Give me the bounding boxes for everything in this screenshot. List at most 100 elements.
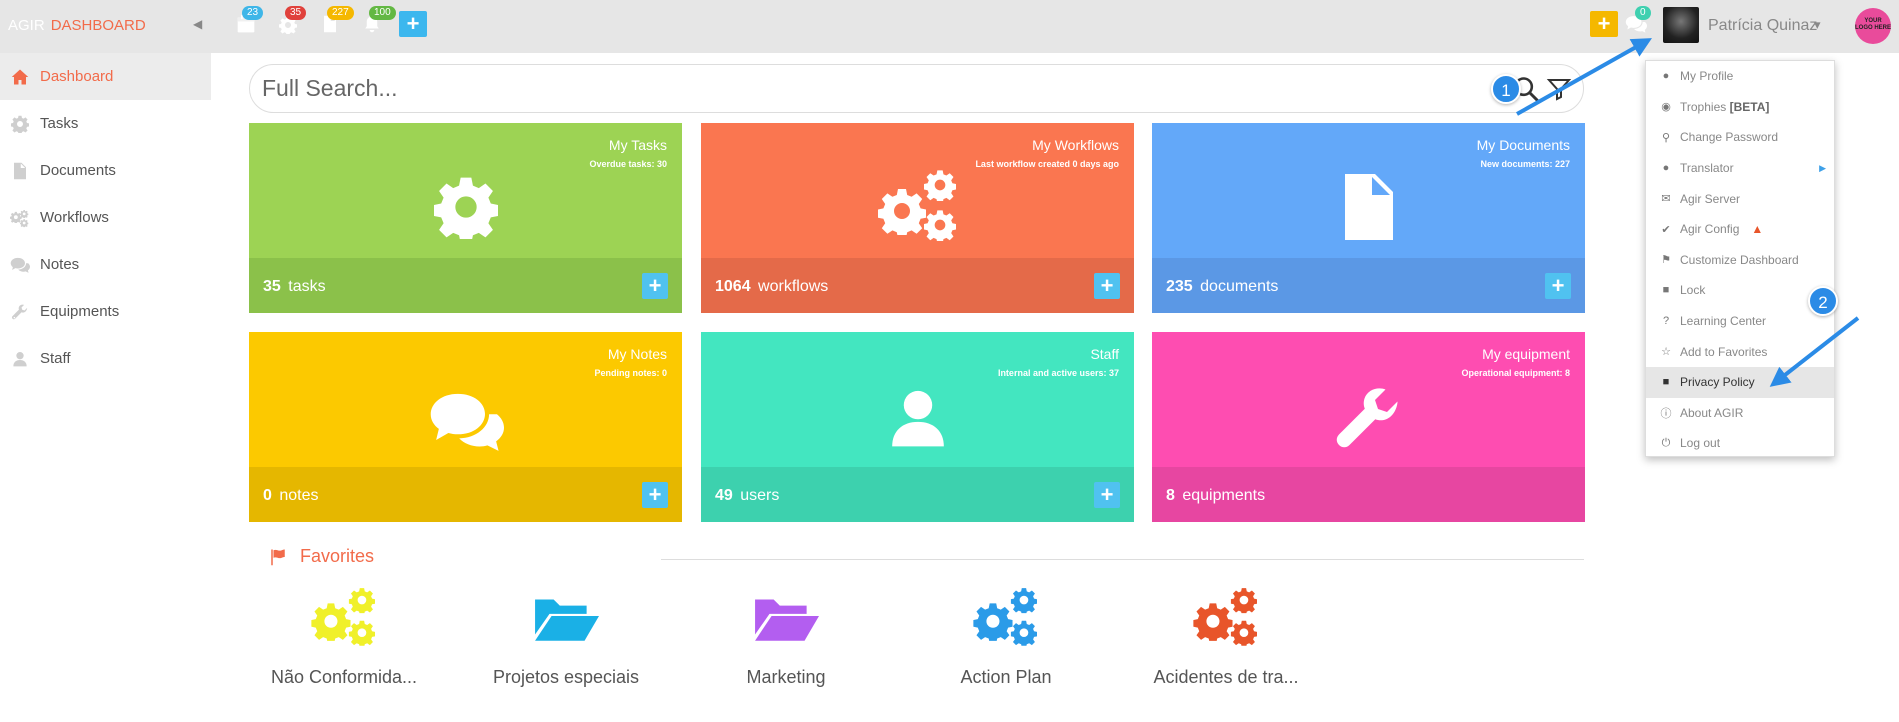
favorite-item[interactable]: Projetos especiais: [456, 585, 676, 688]
gear-icon: [434, 175, 498, 244]
sidebar-item-equipments[interactable]: Equipments: [0, 288, 211, 335]
user-icon: [10, 349, 30, 369]
sidebar-item-dashboard[interactable]: Dashboard: [0, 53, 211, 100]
gears-icon: [877, 169, 958, 250]
user-name[interactable]: Patrícia Quinaz: [1708, 17, 1817, 35]
gear-icon[interactable]: 35: [279, 6, 307, 36]
tile-count: 235 documents: [1166, 278, 1279, 295]
favorite-item[interactable]: Action Plan: [896, 585, 1116, 688]
tile-my-documents[interactable]: My Documents New documents: 227 235 docu…: [1152, 123, 1585, 313]
tile-title: My equipment: [1482, 346, 1570, 362]
flag-icon: [268, 548, 288, 566]
tile-my-tasks[interactable]: My Tasks Overdue tasks: 30 35 tasks +: [249, 123, 682, 313]
comments-icon: [428, 388, 504, 459]
tile-count: 35 tasks: [263, 278, 326, 295]
comments-icon: [10, 255, 30, 275]
tile-subtitle: Last workflow created 0 days ago: [975, 159, 1119, 169]
favorite-item[interactable]: Acidentes de tra...: [1116, 585, 1336, 688]
favorite-item[interactable]: Não Conformida...: [234, 585, 454, 688]
sidebar-item-label: Tasks: [40, 115, 79, 132]
tile-my-workflows[interactable]: My Workflows Last workflow created 0 day…: [701, 123, 1134, 313]
power-icon: ⏻: [1661, 436, 1671, 449]
tile-title: My Documents: [1476, 137, 1570, 153]
warning-icon: ▲: [1751, 222, 1764, 237]
search-input[interactable]: [262, 75, 1462, 102]
tile-footer: 8 equipments: [1152, 467, 1585, 522]
sidebar-item-tasks[interactable]: Tasks: [0, 100, 211, 147]
flag-icon: ⚑: [1661, 254, 1671, 267]
info-icon: ⓘ: [1660, 407, 1672, 420]
sidebar-item-label: Workflows: [40, 209, 109, 226]
home-icon: [10, 67, 30, 87]
tile-my-equipment[interactable]: My equipment Operational equipment: 8 8 …: [1152, 332, 1585, 522]
add-document-button[interactable]: +: [1545, 273, 1571, 299]
tile-title: My Workflows: [1032, 137, 1119, 153]
search-bar: [249, 64, 1584, 113]
envelope-icon: ✉: [1661, 193, 1671, 206]
favorites-title: Favorites: [300, 546, 375, 566]
sidebar-item-label: Dashboard: [40, 68, 114, 85]
avatar[interactable]: [1663, 7, 1699, 43]
favorite-item[interactable]: Marketing: [676, 585, 896, 688]
trophy-icon: ◉: [1661, 101, 1671, 114]
menu-item-about-agir[interactable]: ⓘ About AGIR: [1646, 398, 1834, 429]
callout-1: 1: [1491, 74, 1521, 104]
tile-footer: 235 documents +: [1152, 258, 1585, 313]
menu-item-trophies[interactable]: ◉ Trophies [BETA]: [1646, 92, 1834, 123]
messages-icon[interactable]: 0: [1625, 6, 1651, 36]
brand[interactable]: AGIR DASHBOARD: [8, 17, 146, 34]
add-user-button[interactable]: +: [1094, 482, 1120, 508]
quick-add-button[interactable]: +: [1590, 11, 1618, 37]
sidebar-item-staff[interactable]: Staff: [0, 335, 211, 382]
company-logo: YOUR LOGO HERE: [1855, 8, 1891, 44]
gears-icon: [234, 585, 454, 651]
menu-item-add-to-favorites[interactable]: ☆ Add to Favorites: [1646, 336, 1834, 367]
sidebar: Dashboard Tasks Documents Workflows Note…: [0, 53, 211, 382]
messages-badge: 0: [1635, 6, 1651, 20]
tile-footer: 0 notes +: [249, 467, 682, 522]
bell-icon[interactable]: 100: [363, 6, 396, 36]
sidebar-item-workflows[interactable]: Workflows: [0, 194, 211, 241]
folder-open-icon: [456, 585, 676, 651]
gears-icon: [896, 585, 1116, 651]
document-icon[interactable]: 227: [321, 6, 354, 36]
favorite-label: Acidentes de tra...: [1153, 667, 1299, 687]
collapse-sidebar-icon[interactable]: ◀: [193, 17, 202, 31]
menu-item-my-profile[interactable]: ● My Profile: [1646, 61, 1834, 92]
menu-item-privacy-policy[interactable]: ■ Privacy Policy: [1646, 366, 1834, 398]
menu-item-customize-dashboard[interactable]: ⚑ Customize Dashboard: [1646, 245, 1834, 276]
menu-item-log-out[interactable]: ⏻ Log out: [1646, 428, 1834, 459]
workflow-icon: [10, 208, 30, 228]
tile-subtitle: Internal and active users: 37: [997, 368, 1119, 378]
tile-count: 1064 workflows: [715, 278, 829, 295]
menu-item-agir-server[interactable]: ✉ Agir Server: [1646, 183, 1834, 214]
sidebar-item-documents[interactable]: Documents: [0, 147, 211, 194]
tasks-badge: 35: [285, 6, 307, 20]
add-workflow-button[interactable]: +: [1094, 273, 1120, 299]
add-note-button[interactable]: +: [642, 482, 668, 508]
menu-item-learning-center[interactable]: ? Learning Center: [1646, 306, 1834, 337]
filter-icon[interactable]: [1546, 77, 1572, 106]
sidebar-item-label: Notes: [40, 256, 80, 273]
menu-item-agir-config[interactable]: ✔ Agir Config ▲: [1646, 214, 1834, 245]
sidebar-item-notes[interactable]: Notes: [0, 241, 211, 288]
menu-item-lock[interactable]: ■ Lock: [1646, 275, 1834, 306]
menu-item-change-password[interactable]: ⚲ Change Password: [1646, 122, 1834, 153]
tile-footer: 1064 workflows +: [701, 258, 1134, 313]
tile-subtitle: Operational equipment: 8: [1461, 368, 1570, 378]
gear-icon: [10, 114, 30, 134]
tile-subtitle: New documents: 227: [1480, 159, 1570, 169]
key-icon: ⚲: [1661, 131, 1671, 144]
tile-title: My Notes: [607, 346, 667, 362]
tile-count: 49 users: [715, 487, 780, 504]
tile-my-notes[interactable]: My Notes Pending notes: 0 0 notes +: [249, 332, 682, 522]
add-button[interactable]: +: [399, 11, 427, 37]
tile-staff[interactable]: Staff Internal and active users: 37 49 u…: [701, 332, 1134, 522]
calendar-icon[interactable]: 23: [236, 6, 264, 36]
chevron-down-icon[interactable]: ▾: [1814, 17, 1821, 33]
add-task-button[interactable]: +: [642, 273, 668, 299]
favorites-heading: Favorites: [268, 546, 374, 567]
tile-title: Staff: [1090, 346, 1119, 362]
favorites-divider: [661, 559, 1584, 560]
menu-item-translator[interactable]: ● Translator ▶: [1646, 153, 1834, 184]
